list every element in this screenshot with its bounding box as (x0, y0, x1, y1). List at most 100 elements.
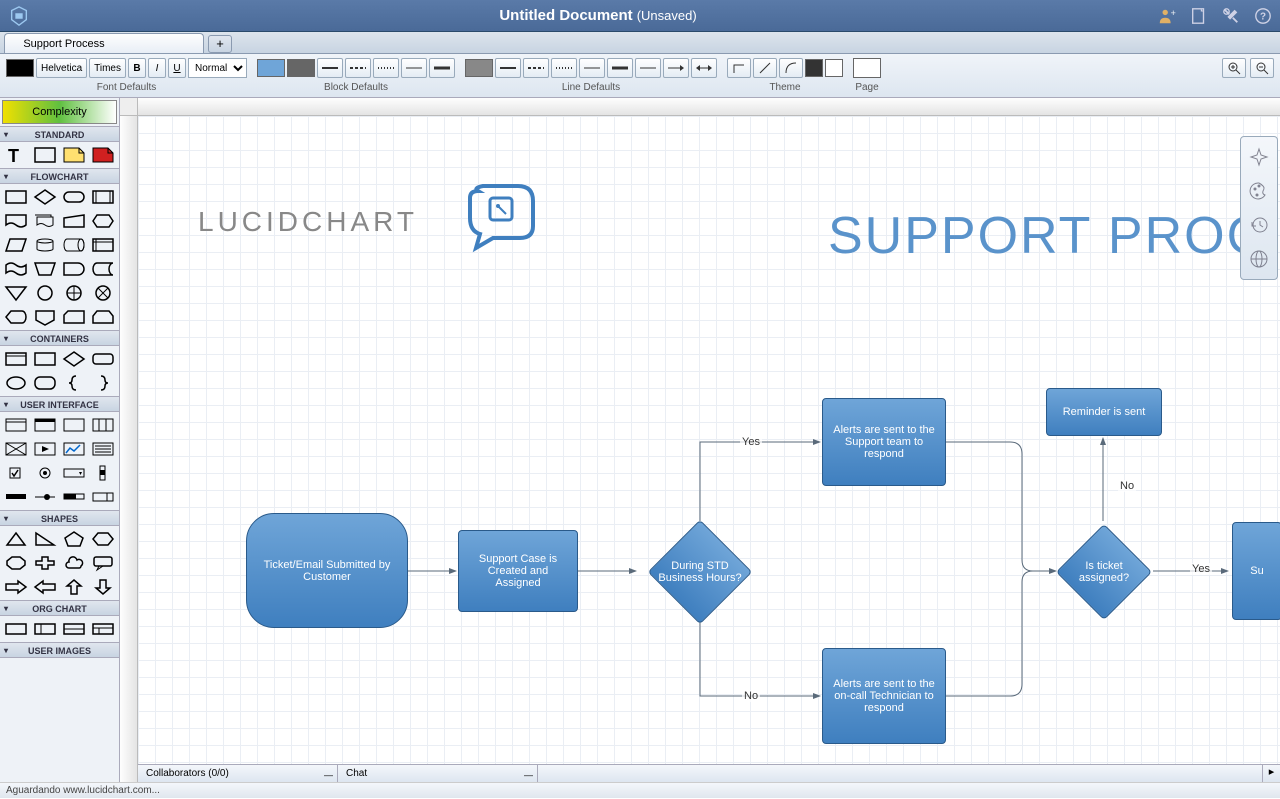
section-flowchart[interactable]: FLOWCHART (0, 168, 119, 184)
border-solid-button[interactable] (317, 58, 343, 78)
route-straight-button[interactable] (753, 58, 777, 78)
shape-data[interactable] (2, 234, 29, 256)
canvas[interactable]: LUCIDCHART SUPPORT PROC Ticket/Email (138, 116, 1280, 764)
node-alerts-oncall[interactable]: Alerts are sent to the on-call Technicia… (822, 648, 946, 744)
node-support-case[interactable]: Support Case is Created and Assigned (458, 530, 578, 612)
shape-preparation[interactable] (90, 210, 117, 232)
shape-list[interactable] (90, 438, 117, 460)
shape-brace-right[interactable] (90, 372, 117, 394)
zoom-in-button[interactable] (1222, 58, 1246, 78)
section-orgchart[interactable]: ORG CHART (0, 600, 119, 616)
document-title[interactable]: Untitled Document(Unsaved) (38, 7, 1158, 24)
shape-arrow-right[interactable] (2, 576, 29, 598)
shape-video[interactable] (31, 438, 58, 460)
collaborators-panel[interactable]: Collaborators (0/0)— (138, 765, 338, 782)
line-dashed-button[interactable] (523, 58, 549, 78)
shape-directdata[interactable] (61, 234, 88, 256)
shape-process[interactable] (2, 186, 29, 208)
shape-chart[interactable] (61, 438, 88, 460)
diagram-title[interactable]: SUPPORT PROC (828, 206, 1266, 266)
shape-vscroll[interactable] (90, 462, 117, 484)
shape-octagon[interactable] (2, 552, 29, 574)
route-elbow-button[interactable] (727, 58, 751, 78)
line-thick-button[interactable] (607, 58, 633, 78)
shape-text[interactable]: T (2, 144, 29, 166)
route-curved-button[interactable] (779, 58, 803, 78)
border-dashed-button[interactable] (345, 58, 371, 78)
shape-righttriangle[interactable] (31, 528, 58, 550)
shape-container-rect[interactable] (2, 348, 29, 370)
app-logo-icon[interactable] (8, 5, 30, 27)
shape-checkbox[interactable] (2, 462, 29, 484)
shape-container-rect2[interactable] (31, 348, 58, 370)
shape-document[interactable] (2, 210, 29, 232)
chat-panel[interactable]: Chat— (338, 765, 538, 782)
shape-org-box[interactable] (2, 618, 29, 640)
shape-offpage[interactable] (31, 306, 58, 328)
shape-container-circle[interactable] (2, 372, 29, 394)
shape-hotspot[interactable] (90, 144, 117, 166)
zoom-out-button[interactable] (1250, 58, 1274, 78)
shape-container-diamond[interactable] (61, 348, 88, 370)
shape-triangle[interactable] (2, 528, 29, 550)
node-assigned[interactable]: Is ticket assigned? (1056, 524, 1152, 620)
shape-stored-data[interactable] (90, 258, 117, 280)
bold-button[interactable]: B (128, 58, 146, 78)
user-add-icon[interactable]: + (1158, 7, 1176, 25)
shape-summing[interactable] (90, 282, 117, 304)
section-standard[interactable]: STANDARD (0, 126, 119, 142)
ruler-vertical[interactable] (120, 116, 138, 782)
node-start[interactable]: Ticket/Email Submitted by Customer (246, 513, 408, 628)
shape-dialog[interactable] (31, 414, 58, 436)
shape-cloud[interactable] (61, 552, 88, 574)
node-reminder[interactable]: Reminder is sent (1046, 388, 1162, 436)
node-next[interactable]: Su (1232, 522, 1280, 620)
shape-internal-storage[interactable] (90, 234, 117, 256)
line-dotted-button[interactable] (551, 58, 577, 78)
shape-arrow-down[interactable] (90, 576, 117, 598)
page-fill-swatch[interactable] (853, 58, 881, 78)
underline-button[interactable]: U (168, 58, 186, 78)
shape-panel[interactable] (61, 414, 88, 436)
logo-icon[interactable] (458, 176, 548, 256)
line-thin-button[interactable] (579, 58, 605, 78)
font-family-2-button[interactable]: Times (89, 58, 126, 78)
shape-connector[interactable] (31, 282, 58, 304)
theme-light-swatch[interactable] (825, 59, 843, 77)
shape-container-pill[interactable] (90, 348, 117, 370)
text-style-select[interactable]: Normal (188, 58, 247, 78)
logo-text[interactable]: LUCIDCHART (198, 206, 418, 238)
shape-brace-left[interactable] (61, 372, 88, 394)
shape-rectangle[interactable] (31, 144, 58, 166)
shape-progress[interactable] (61, 486, 88, 508)
shape-terminator[interactable] (61, 186, 88, 208)
shape-arrow-up[interactable] (61, 576, 88, 598)
line-color-swatch[interactable] (465, 59, 493, 77)
theme-dark-swatch[interactable] (805, 59, 823, 77)
arrow-both-button[interactable] (691, 58, 717, 78)
shape-callout[interactable] (90, 552, 117, 574)
section-userimages[interactable]: USER IMAGES (0, 642, 119, 658)
line-solid-button[interactable] (495, 58, 521, 78)
shape-arrow-left[interactable] (31, 576, 58, 598)
border-width-1-button[interactable] (401, 58, 427, 78)
shape-image-x[interactable] (2, 438, 29, 460)
help-icon[interactable]: ? (1254, 7, 1272, 25)
shape-delay[interactable] (61, 258, 88, 280)
border-width-2-button[interactable] (429, 58, 455, 78)
font-family-1-button[interactable]: Helvetica (36, 58, 87, 78)
shape-org-box2[interactable] (31, 618, 58, 640)
shape-manual-input[interactable] (61, 210, 88, 232)
node-alerts-team[interactable]: Alerts are sent to the Support team to r… (822, 398, 946, 486)
shape-stepper[interactable] (90, 486, 117, 508)
arrow-none-button[interactable] (635, 58, 661, 78)
italic-button[interactable]: I (148, 58, 166, 78)
shape-decision[interactable] (31, 186, 58, 208)
shape-merge[interactable] (2, 282, 29, 304)
shape-cross[interactable] (31, 552, 58, 574)
shape-tabbar[interactable] (90, 414, 117, 436)
shape-or[interactable] (61, 282, 88, 304)
shape-papertape[interactable] (2, 258, 29, 280)
shape-slider[interactable] (31, 486, 58, 508)
history-icon[interactable] (1245, 211, 1273, 239)
